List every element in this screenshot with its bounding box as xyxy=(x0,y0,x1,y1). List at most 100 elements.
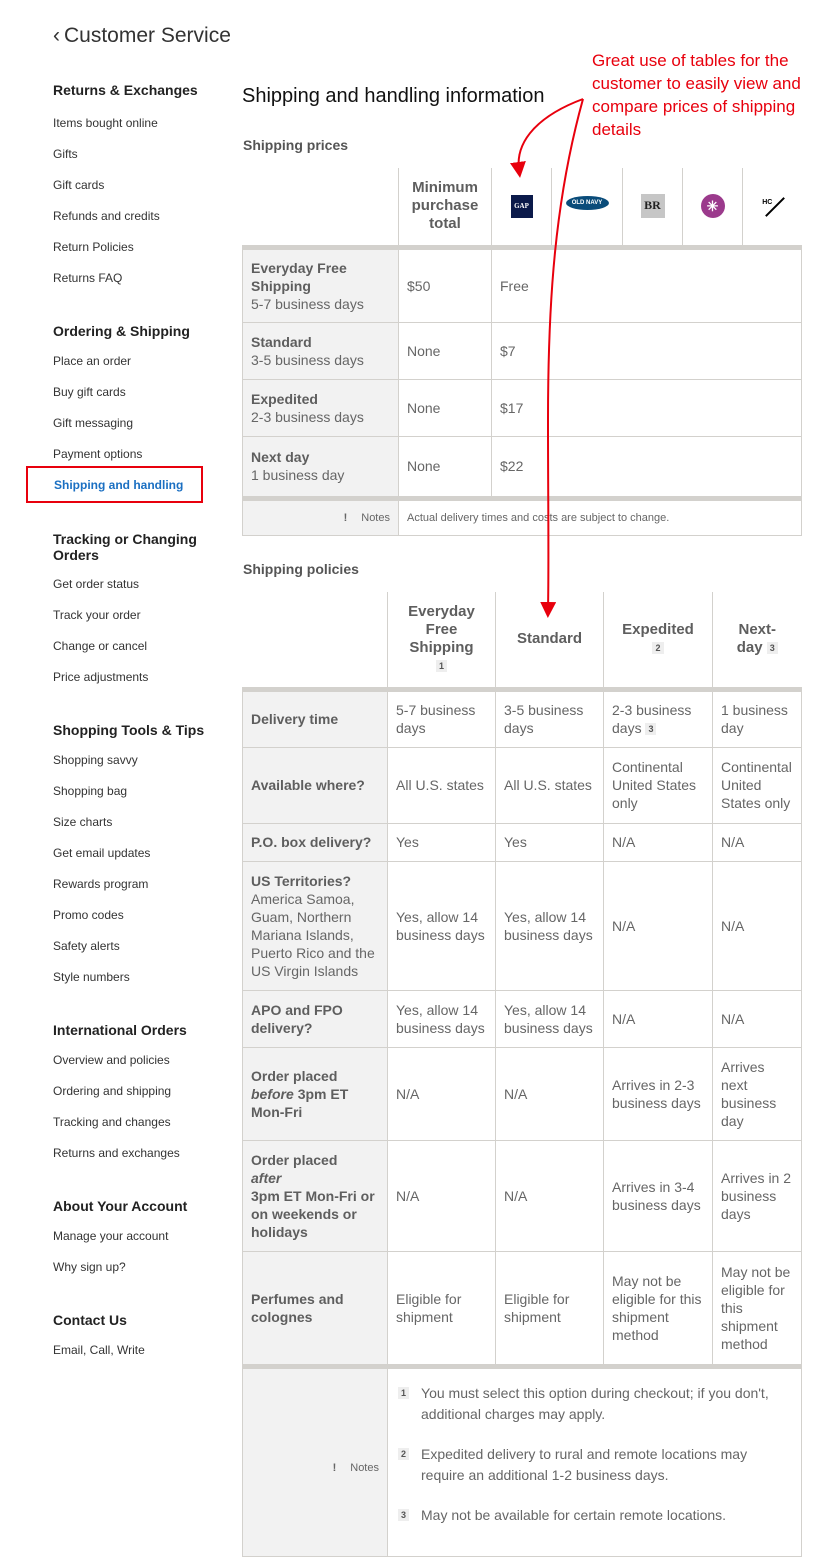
sidebar-item-refunds-and-credits[interactable]: Refunds and credits xyxy=(53,209,160,223)
policy-cell: Eligible for shipment xyxy=(495,1250,604,1369)
policy-cell: 5-7 business days xyxy=(387,688,496,748)
sidebar-item-safety-alerts[interactable]: Safety alerts xyxy=(53,939,120,953)
policy-cell: 3-5 business days xyxy=(495,688,604,748)
policy-cell: Yes, allow 14 business days xyxy=(495,989,604,1048)
notes-row: ! Notes Actual delivery times and costs a… xyxy=(242,497,802,536)
sidebar-item-change-or-cancel[interactable]: Change or cancel xyxy=(53,639,147,653)
policy-cell: N/A xyxy=(387,1139,496,1252)
notes-list: 1 You must select this option during chec… xyxy=(387,1365,802,1557)
row-days: 1 business day xyxy=(251,467,345,483)
back-to-customer-service-link[interactable]: ‹ Customer Service xyxy=(53,24,231,48)
row-header: APO and FPO delivery? xyxy=(242,989,388,1048)
column-header-everyday-free: Everyday Free Shipping 1 xyxy=(387,592,496,692)
note-text: May not be available for certain remote … xyxy=(421,1506,727,1523)
policy-cell: Eligible for shipment xyxy=(387,1250,496,1369)
footnote-badge: 3 xyxy=(645,723,657,736)
row-header: Order placed after 3pm ET Mon-Fri or on we… xyxy=(242,1139,388,1252)
price-cell: $7 xyxy=(491,321,802,380)
policy-cell: May not be eligible for this shipment me… xyxy=(712,1250,802,1369)
column-label: Expedited xyxy=(622,621,694,639)
sidebar-item-why-sign-up[interactable]: Why sign up? xyxy=(53,1260,126,1274)
row-label-emphasis: after xyxy=(251,1169,282,1186)
row-label: Order placed xyxy=(251,1067,338,1084)
footnote-badge: 2 xyxy=(652,642,664,655)
sidebar-item-get-order-status[interactable]: Get order status xyxy=(53,577,139,591)
min-purchase-cell: $50 xyxy=(398,246,492,323)
sidebar-item-size-charts[interactable]: Size charts xyxy=(53,815,112,829)
price-cell: $17 xyxy=(491,378,802,437)
sidebar-item-returns-and-exchanges[interactable]: Returns and exchanges xyxy=(53,1146,180,1160)
chevron-left-icon: ‹ xyxy=(53,24,60,47)
sidebar-item-gift-messaging[interactable]: Gift messaging xyxy=(53,416,133,430)
sidebar-item-get-email-updates[interactable]: Get email updates xyxy=(53,846,150,860)
sidebar-item-shopping-bag[interactable]: Shopping bag xyxy=(53,784,127,798)
nav-heading: About Your Account xyxy=(53,1198,188,1214)
notes-label-cell: ! Notes xyxy=(242,1365,388,1557)
row-header: Everyday Free Shipping 5-7 business days xyxy=(242,246,399,323)
sidebar-item-items-bought-online[interactable]: Items bought online xyxy=(53,116,158,130)
policy-cell: N/A xyxy=(603,989,713,1048)
athleta-logo-icon: ✳ xyxy=(700,194,725,219)
sidebar-item-style-numbers[interactable]: Style numbers xyxy=(53,970,130,984)
policy-cell: Continental United States only xyxy=(603,746,713,824)
footnote-badge: 1 xyxy=(435,660,447,673)
row-header: Available where? xyxy=(242,746,388,824)
sidebar-item-tracking-and-changes[interactable]: Tracking and changes xyxy=(53,1115,171,1129)
row-label-rest: 3pm ET Mon-Fri or on weekends or holiday… xyxy=(251,1187,375,1240)
row-sublabel: America Samoa, Guam, Northern Mariana Is… xyxy=(251,890,375,979)
sidebar-item-return-policies[interactable]: Return Policies xyxy=(53,240,134,254)
sidebar-item-rewards-program[interactable]: Rewards program xyxy=(53,877,148,891)
sidebar-item-gift-cards[interactable]: Gift cards xyxy=(53,178,104,192)
row-days: 5-7 business days xyxy=(251,295,364,312)
sidebar-item-manage-your-account[interactable]: Manage your account xyxy=(53,1229,168,1243)
footnote-badge: 3 xyxy=(766,642,778,655)
banana-republic-logo-icon: BR xyxy=(640,194,665,219)
nav-heading: Ordering & Shipping xyxy=(53,323,190,339)
sidebar-item-returns-faq[interactable]: Returns FAQ xyxy=(53,271,122,285)
policy-cell: N/A xyxy=(712,822,802,862)
policy-cell: Arrives next business day xyxy=(712,1046,802,1141)
sidebar-item-price-adjustments[interactable]: Price adjustments xyxy=(53,670,148,684)
sidebar-item-shopping-savvy[interactable]: Shopping savvy xyxy=(53,753,138,767)
back-link-label: Customer Service xyxy=(64,24,231,47)
policy-cell: May not be eligible for this shipment me… xyxy=(603,1250,713,1369)
nav-heading: Shopping Tools & Tips xyxy=(53,722,205,738)
sidebar-item-email-call-write[interactable]: Email, Call, Write xyxy=(53,1343,145,1357)
shipping-prices-heading: Shipping prices xyxy=(243,137,349,153)
sidebar-item-gifts[interactable]: Gifts xyxy=(53,147,78,161)
footnote-badge: 2 xyxy=(398,1447,410,1460)
sidebar-item-promo-codes[interactable]: Promo codes xyxy=(53,908,124,922)
policy-cell: 2-3 business days 3 xyxy=(603,688,713,748)
sidebar-item-place-an-order[interactable]: Place an order xyxy=(53,354,131,368)
policy-cell: N/A xyxy=(712,989,802,1048)
shipping-prices-table: Minimum purchase total GAP OLD NAVY BR ✳… xyxy=(242,168,802,536)
sidebar-item-overview-and-policies[interactable]: Overview and policies xyxy=(53,1053,170,1067)
empty-header-cell xyxy=(242,592,388,692)
note-text: Expedited delivery to rural and remote l… xyxy=(421,1445,748,1483)
price-cell: Free xyxy=(491,246,802,323)
table-row: Perfumes and colognes Eligible for shipm… xyxy=(242,1250,802,1369)
policy-cell: N/A xyxy=(712,860,802,991)
arrow-to-gap-column xyxy=(510,98,584,178)
annotation-highlight-box xyxy=(26,466,203,503)
sidebar-item-buy-gift-cards[interactable]: Buy gift cards xyxy=(53,385,126,399)
brand-header-hill-city: HC xyxy=(742,168,802,250)
sidebar-item-payment-options[interactable]: Payment options xyxy=(53,447,142,461)
notes-label: Notes xyxy=(350,1462,379,1474)
row-header: Standard 3-5 business days xyxy=(242,321,399,380)
nav-heading: Returns & Exchanges xyxy=(53,82,198,98)
min-purchase-header: Minimum purchase total xyxy=(398,168,492,250)
footnote-badge: 1 xyxy=(398,1386,410,1399)
policy-cell: N/A xyxy=(387,1046,496,1141)
table-row: Delivery time 5-7 business days 3-5 busi… xyxy=(242,688,802,748)
sidebar-item-track-your-order[interactable]: Track your order xyxy=(53,608,141,622)
policy-cell: Yes, allow 14 business days xyxy=(495,860,604,991)
row-days: 3-5 business days xyxy=(251,351,364,368)
policy-cell: Arrives in 3-4 business days xyxy=(603,1139,713,1252)
notes-text: Actual delivery times and costs are subj… xyxy=(398,497,802,536)
exclamation-icon: ! xyxy=(343,511,348,524)
sidebar-item-ordering-and-shipping[interactable]: Ordering and shipping xyxy=(53,1084,171,1098)
note-text: You must select this option during check… xyxy=(421,1384,769,1422)
row-header: Expedited 2-3 business days xyxy=(242,378,399,437)
policy-cell: All U.S. states xyxy=(387,746,496,824)
